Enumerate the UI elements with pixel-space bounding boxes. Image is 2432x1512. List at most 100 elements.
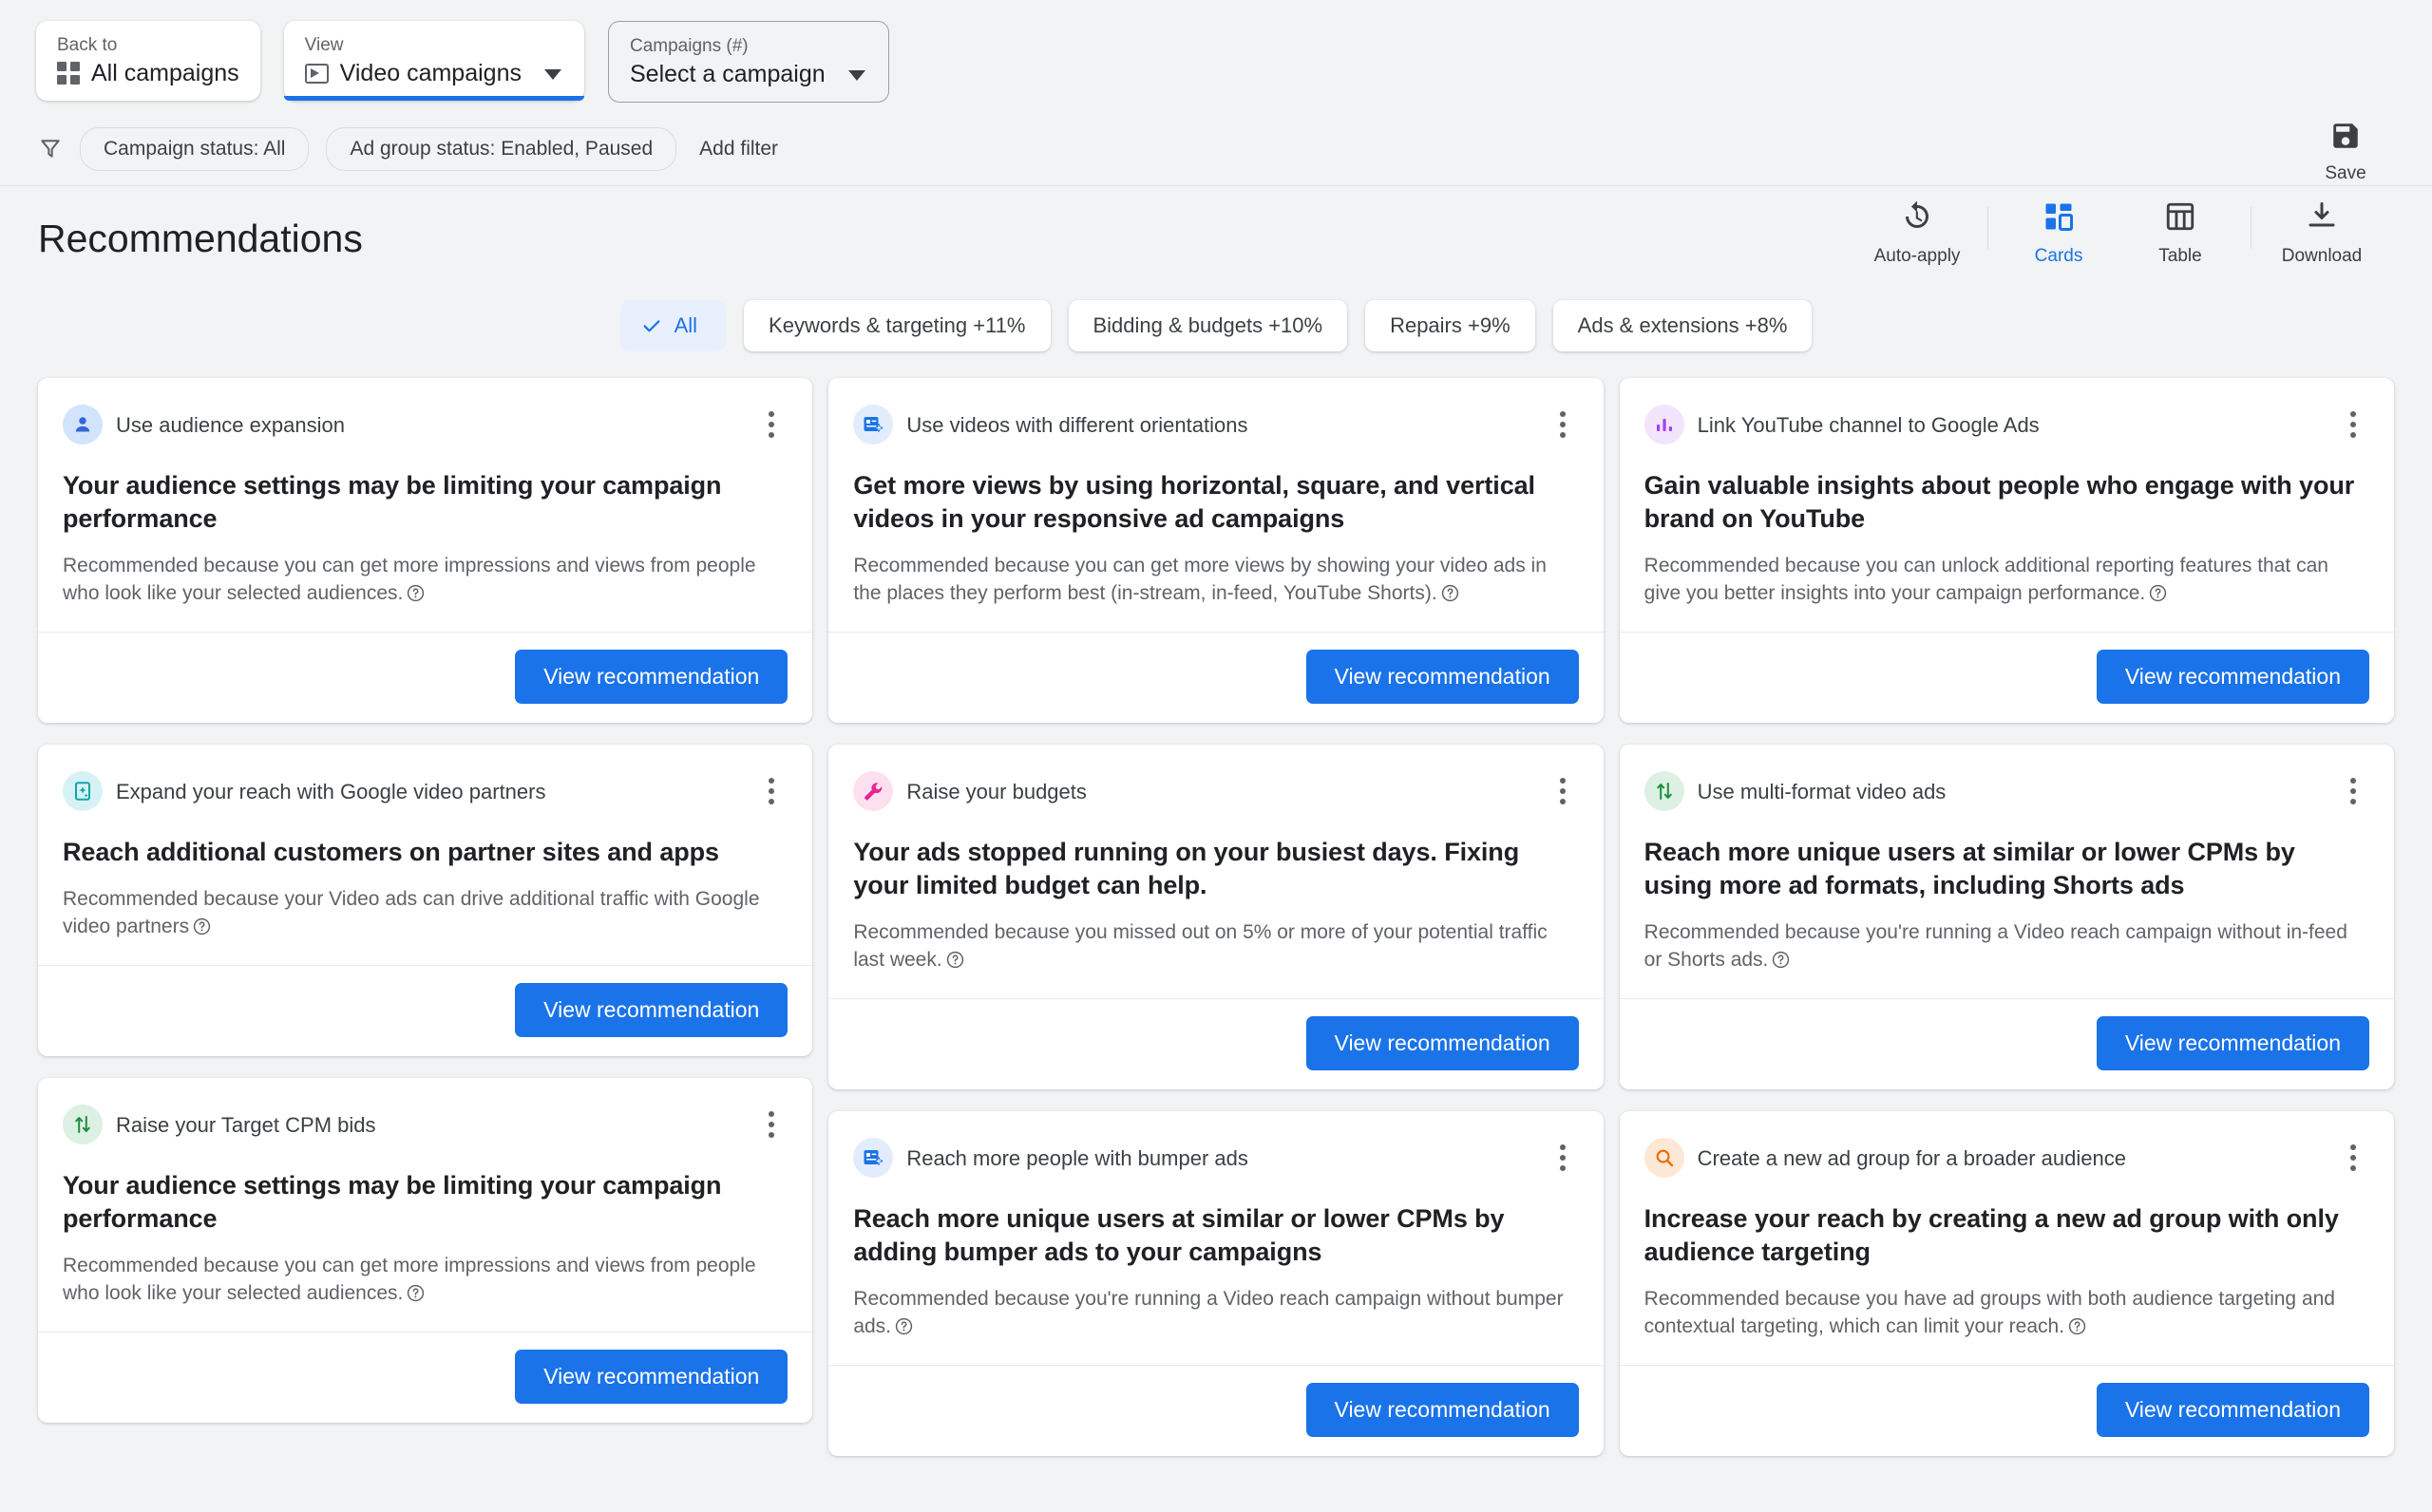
campaign-selector-value: Select a campaign xyxy=(630,60,826,88)
chevron-down-icon[interactable] xyxy=(848,70,865,81)
person-icon-badge xyxy=(63,405,103,444)
view-label: View xyxy=(305,34,522,56)
recommendation-description: Recommended because you missed out on 5%… xyxy=(853,918,1574,973)
back-to-label: Back to xyxy=(57,34,239,56)
filter-chip-campaign-status[interactable]: Campaign status: All xyxy=(80,127,309,171)
grid-icon xyxy=(57,62,80,85)
back-to-all-campaigns-selector[interactable]: Back to All campaigns xyxy=(36,21,260,101)
category-chip-repairs[interactable]: Repairs +9% xyxy=(1365,300,1535,351)
recommendation-category-label: Raise your budgets xyxy=(906,779,1087,804)
save-button[interactable]: Save xyxy=(2312,120,2379,184)
recommendation-card-body: Expand your reach with Google video part… xyxy=(38,745,812,965)
recommendation-category-label: Create a new ad group for a broader audi… xyxy=(1698,1145,2126,1171)
view-recommendation-button[interactable]: View recommendation xyxy=(515,983,788,1037)
category-chip-bidding-budgets[interactable]: Bidding & budgets +10% xyxy=(1069,300,1348,351)
recommendation-title: Increase your reach by creating a new ad… xyxy=(1644,1202,2366,1269)
recommendation-title: Gain valuable insights about people who … xyxy=(1644,469,2366,536)
cards-view-button[interactable]: Cards xyxy=(1998,199,2119,267)
view-recommendation-button[interactable]: View recommendation xyxy=(2097,650,2369,704)
recommendation-category-label: Expand your reach with Google video part… xyxy=(116,779,545,804)
recommendation-card-header: Raise your Target CPM bids xyxy=(63,1105,784,1144)
more-options-icon[interactable] xyxy=(2341,408,2366,441)
recommendation-category-label: Reach more people with bumper ads xyxy=(906,1145,1248,1171)
recommendation-card-header: Expand your reach with Google video part… xyxy=(63,771,784,811)
divider xyxy=(2251,207,2252,249)
recommendation-description: Recommended because you're running a Vid… xyxy=(853,1285,1574,1340)
recommendation-card: Reach more people with bumper ads Reach m… xyxy=(828,1111,1603,1456)
recommendation-card-header: Reach more people with bumper ads xyxy=(853,1138,1574,1178)
help-icon[interactable] xyxy=(1772,951,1790,969)
arrows-updown-icon-badge xyxy=(1644,771,1684,811)
recommendation-description-text: Recommended because you have ad groups w… xyxy=(1644,1288,2335,1337)
recommendation-card-footer: View recommendation xyxy=(38,632,812,723)
view-recommendation-button[interactable]: View recommendation xyxy=(1306,1016,1579,1070)
view-recommendation-button[interactable]: View recommendation xyxy=(515,650,788,704)
add-filter-button[interactable]: Add filter xyxy=(699,138,778,161)
recommendation-title: Reach additional customers on partner si… xyxy=(63,836,784,869)
category-chip-keywords-targeting[interactable]: Keywords & targeting +11% xyxy=(744,300,1050,351)
recommendation-card-footer: View recommendation xyxy=(1620,998,2394,1089)
check-icon xyxy=(641,315,662,336)
more-options-icon[interactable] xyxy=(1550,775,1575,807)
category-chip-all[interactable]: All xyxy=(620,300,726,351)
divider xyxy=(1987,207,1988,249)
help-icon[interactable] xyxy=(2149,584,2167,602)
recommendation-card: Use audience expansionYour audience sett… xyxy=(38,378,812,723)
recommendation-category-label: Raise your Target CPM bids xyxy=(116,1112,376,1138)
recommendation-title: Reach more unique users at similar or lo… xyxy=(853,1202,1574,1269)
more-options-icon[interactable] xyxy=(759,1108,784,1141)
help-icon[interactable] xyxy=(1441,584,1459,602)
more-options-icon[interactable] xyxy=(2341,1142,2366,1174)
arrows-updown-icon-badge xyxy=(63,1105,103,1144)
recommendation-description: Recommended because you can get more imp… xyxy=(63,552,784,607)
campaign-selector[interactable]: Campaigns (#) Select a campaign xyxy=(608,21,889,103)
sparkle-video-icon-badge xyxy=(63,771,103,811)
help-icon[interactable] xyxy=(193,917,211,936)
auto-apply-button[interactable]: Auto-apply xyxy=(1856,199,1978,267)
download-button[interactable]: Download xyxy=(2261,199,2383,267)
recommendation-description-text: Recommended because your Video ads can d… xyxy=(63,888,760,937)
recommendation-card-footer: View recommendation xyxy=(828,1365,1603,1456)
help-icon[interactable] xyxy=(2068,1317,2086,1335)
recommendation-card-footer: View recommendation xyxy=(1620,632,2394,723)
table-view-button[interactable]: Table xyxy=(2119,199,2241,267)
recommendation-category-label: Use multi-format video ads xyxy=(1698,779,1947,804)
more-options-icon[interactable] xyxy=(759,408,784,441)
more-options-icon[interactable] xyxy=(1550,408,1575,441)
more-options-icon[interactable] xyxy=(1550,1142,1575,1174)
help-icon[interactable] xyxy=(946,951,964,969)
recommendation-card-footer: View recommendation xyxy=(38,1332,812,1423)
recommendation-card-body: Reach more people with bumper ads Reach m… xyxy=(828,1111,1603,1365)
auto-apply-label: Auto-apply xyxy=(1860,246,1974,267)
recommendation-card: Use multi-format video adsReach more uni… xyxy=(1620,745,2394,1089)
recommendation-title: Your audience settings may be limiting y… xyxy=(63,1169,784,1236)
more-options-icon[interactable] xyxy=(759,775,784,807)
active-tab-underline xyxy=(284,96,584,101)
view-recommendation-button[interactable]: View recommendation xyxy=(1306,650,1579,704)
view-selector[interactable]: View Video campaigns xyxy=(284,21,584,101)
recommendations-grid: Use audience expansionYour audience sett… xyxy=(0,378,2432,1456)
filter-bar: Campaign status: All Ad group status: En… xyxy=(0,112,2432,186)
category-chip-ads-extensions[interactable]: Ads & extensions +8% xyxy=(1553,300,1813,351)
recommendation-category-label: Link YouTube channel to Google Ads xyxy=(1698,412,2040,438)
help-icon[interactable] xyxy=(895,1317,913,1335)
view-recommendation-button[interactable]: View recommendation xyxy=(2097,1383,2369,1437)
table-view-label: Table xyxy=(2123,246,2237,267)
chevron-down-icon[interactable] xyxy=(544,69,561,80)
more-options-icon[interactable] xyxy=(2341,775,2366,807)
recommendation-card: Raise your budgetsYour ads stopped runni… xyxy=(828,745,1603,1089)
view-value-text: Video campaigns xyxy=(340,59,522,87)
filter-chip-ad-group-status[interactable]: Ad group status: Enabled, Paused xyxy=(326,127,676,171)
recommendation-card-body: Create a new ad group for a broader audi… xyxy=(1620,1111,2394,1365)
recommendation-description: Recommended because your Video ads can d… xyxy=(63,885,784,940)
view-recommendation-button[interactable]: View recommendation xyxy=(515,1350,788,1404)
view-recommendation-button[interactable]: View recommendation xyxy=(2097,1016,2369,1070)
view-recommendation-button[interactable]: View recommendation xyxy=(1306,1383,1579,1437)
recommendation-description-text: Recommended because you're running a Vid… xyxy=(853,1288,1563,1337)
help-icon[interactable] xyxy=(407,1284,425,1302)
recommendation-card-body: Use multi-format video adsReach more uni… xyxy=(1620,745,2394,998)
recommendation-card-header: Create a new ad group for a broader audi… xyxy=(1644,1138,2366,1178)
help-icon[interactable] xyxy=(407,584,425,602)
bar-chart-icon-badge xyxy=(1644,405,1684,444)
filter-funnel-icon[interactable] xyxy=(38,137,63,161)
